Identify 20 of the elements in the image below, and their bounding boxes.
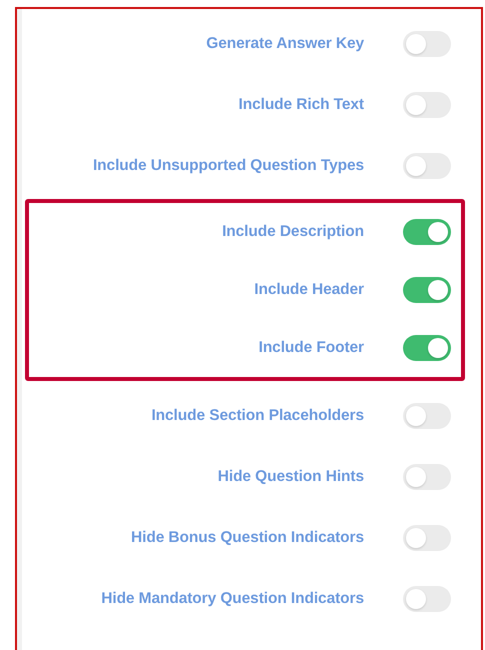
- toggle-switch[interactable]: [403, 30, 451, 56]
- toggle-switch[interactable]: [403, 464, 451, 490]
- option-label: Include Header: [254, 281, 364, 299]
- option-label: Include Description: [222, 223, 364, 241]
- toggle-switch[interactable]: [403, 586, 451, 612]
- toggle-switch[interactable]: [403, 402, 451, 428]
- option-label: Include Section Placeholders: [151, 406, 364, 424]
- toggle-switch[interactable]: [403, 219, 451, 245]
- option-label: Include Unsupported Question Types: [92, 156, 364, 174]
- toggle-switch[interactable]: [403, 335, 451, 361]
- option-label: Hide Bonus Question Indicators: [131, 528, 364, 546]
- option-label: Hide Mandatory Question Indicators: [101, 590, 364, 608]
- option-label: Include Footer: [258, 339, 364, 357]
- option-label: Generate Answer Key: [206, 34, 364, 52]
- toggle-switch[interactable]: [403, 152, 451, 178]
- option-label: Include Rich Text: [238, 96, 364, 114]
- toggle-switch[interactable]: [403, 524, 451, 550]
- option-label: Hide Question Hints: [218, 468, 364, 486]
- toggle-switch[interactable]: [403, 92, 451, 118]
- toggle-switch[interactable]: [403, 277, 451, 303]
